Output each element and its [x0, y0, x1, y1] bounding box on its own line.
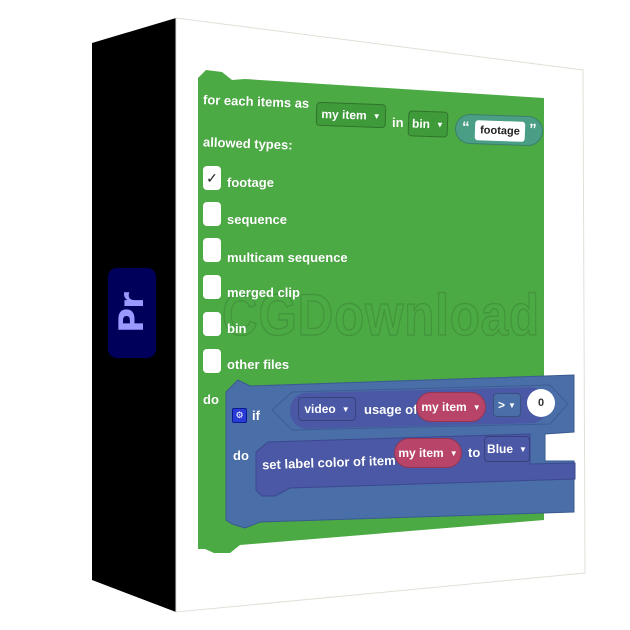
- if-do-label: do: [233, 448, 249, 463]
- action-variable-pill[interactable]: my item ▼: [394, 438, 462, 468]
- source-value: bin: [411, 116, 431, 132]
- loop-variable-value: my item: [321, 106, 367, 123]
- premiere-pro-logo-text: Pr: [112, 293, 152, 333]
- in-label: in: [392, 115, 404, 130]
- if-label: if: [252, 408, 260, 423]
- label-color-value: Blue: [487, 442, 514, 456]
- type-checkbox-multicam-sequence[interactable]: [203, 238, 221, 262]
- close-quote-icon: ”: [528, 121, 537, 139]
- premiere-pro-logo: Pr: [108, 268, 156, 358]
- loop-do-label: do: [203, 392, 219, 407]
- to-label: to: [468, 445, 481, 460]
- type-label-sequence: sequence: [227, 212, 287, 227]
- type-label-other-files: other files: [227, 357, 290, 372]
- type-label-merged-clip: merged clip: [227, 285, 300, 300]
- type-label-bin: bin: [227, 321, 247, 336]
- type-label-multicam-sequence: multicam sequence: [227, 250, 348, 265]
- type-checkbox-sequence[interactable]: [203, 202, 221, 226]
- value-field[interactable]: 0: [527, 389, 555, 417]
- gear-icon[interactable]: ⚙: [232, 408, 247, 423]
- chevron-down-icon: ▼: [372, 111, 381, 121]
- source-dropdown[interactable]: bin ▼: [407, 110, 449, 138]
- type-checkbox-other-files[interactable]: [203, 349, 221, 373]
- condition-variable-pill[interactable]: my item ▼: [416, 392, 486, 422]
- operator-value: >: [498, 398, 506, 412]
- type-checkbox-bin[interactable]: [203, 312, 221, 336]
- chevron-down-icon: ▼: [519, 444, 527, 454]
- type-label-footage: footage: [227, 175, 274, 190]
- chevron-down-icon: ▼: [472, 402, 481, 412]
- operator-dropdown[interactable]: > ▼: [493, 393, 521, 417]
- chevron-down-icon: ▼: [341, 404, 350, 414]
- media-type-dropdown[interactable]: video ▼: [298, 397, 356, 421]
- type-checkbox-footage[interactable]: ✓: [203, 166, 221, 190]
- condition-variable-value: my item: [421, 400, 467, 414]
- chevron-down-icon: ▼: [449, 448, 458, 458]
- usage-of-label: usage of: [364, 402, 418, 417]
- text-block[interactable]: “ footage ”: [454, 113, 544, 147]
- text-field[interactable]: footage: [474, 120, 526, 142]
- type-checkbox-merged-clip[interactable]: [203, 275, 221, 299]
- open-quote-icon: “: [461, 118, 470, 136]
- label-color-dropdown[interactable]: Blue ▼: [484, 436, 530, 462]
- media-type-value: video: [304, 402, 336, 416]
- chevron-down-icon: ▼: [508, 400, 516, 410]
- chevron-down-icon: ▼: [435, 119, 445, 130]
- loop-variable-dropdown[interactable]: my item ▼: [315, 101, 387, 129]
- allowed-types-label: allowed types:: [202, 134, 293, 153]
- action-variable-value: my item: [398, 446, 444, 460]
